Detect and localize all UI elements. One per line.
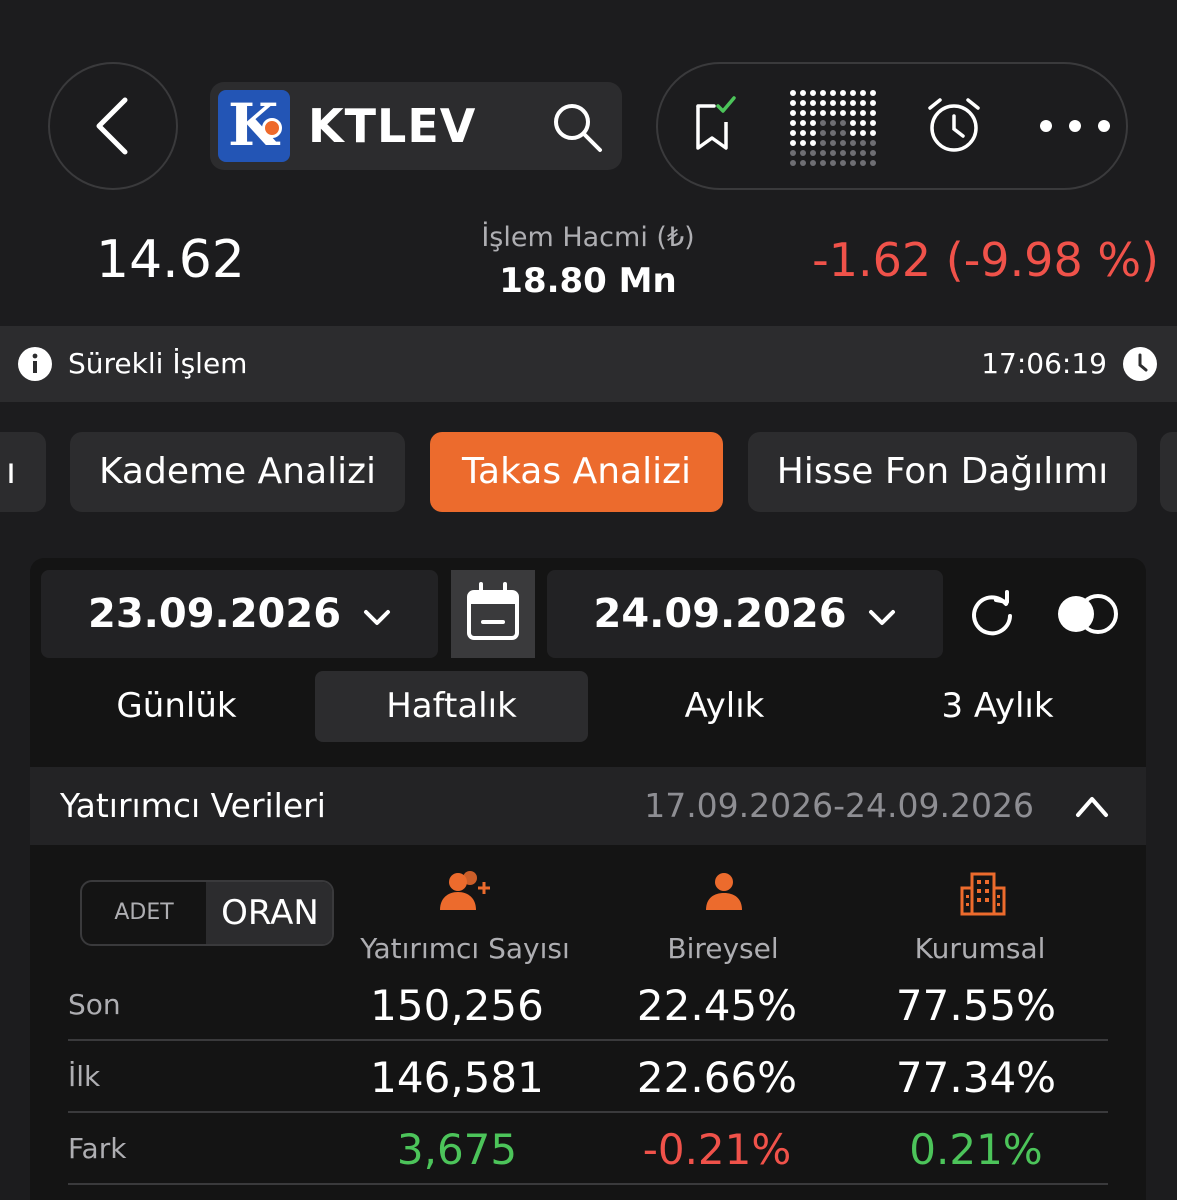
ilk-bireysel: 22.66% xyxy=(636,1053,798,1102)
tab-partial[interactable]: ı xyxy=(0,432,46,512)
fark-investor-count: 3,675 xyxy=(396,1125,518,1174)
tab-partial-right[interactable] xyxy=(1160,432,1177,512)
toggle-oran[interactable]: ORAN xyxy=(206,882,332,944)
chevron-left-icon xyxy=(96,97,128,155)
chevron-down-icon xyxy=(869,610,896,625)
period-gunluk[interactable]: Günlük xyxy=(40,671,313,742)
end-date-picker[interactable]: 24.09.2026 xyxy=(547,570,943,658)
price-change: -1.62 (-9.98 %) xyxy=(812,233,1159,287)
ilk-investor-count: 146,581 xyxy=(370,1053,544,1102)
server-time: 17:06:19 xyxy=(981,347,1107,380)
alarm-clock-icon[interactable] xyxy=(924,94,984,160)
column-header-investor-count: Yatırımcı Sayısı xyxy=(360,932,570,965)
toggle-adet[interactable]: ADET xyxy=(82,882,206,944)
tab-hisse-fon-dagilimi[interactable]: Hisse Fon Dağılımı xyxy=(748,432,1137,512)
depth-grid-icon[interactable] xyxy=(788,88,878,170)
symbol-search-box[interactable]: K KTLEV xyxy=(210,82,622,170)
row-divider xyxy=(68,1111,1108,1113)
info-icon[interactable] xyxy=(18,347,52,381)
session-status-text: Sürekli İşlem xyxy=(68,347,248,380)
volume-label: İşlem Hacmi (₺) xyxy=(481,222,695,253)
symbol-name: KTLEV xyxy=(308,99,477,153)
period-haftalik[interactable]: Haftalık xyxy=(315,671,588,742)
row-label-fark: Fark xyxy=(68,1132,127,1165)
son-kurumsal: 77.55% xyxy=(895,981,1057,1030)
period-aylik[interactable]: Aylık xyxy=(588,671,861,742)
clock-icon xyxy=(1123,347,1157,381)
row-label-ilk: İlk xyxy=(68,1060,101,1093)
volume-value: 18.80 Mn xyxy=(499,261,677,301)
chevron-up-icon[interactable] xyxy=(1074,791,1110,821)
investors-add-icon xyxy=(440,871,490,910)
fark-kurumsal: 0.21% xyxy=(909,1125,1043,1174)
search-icon[interactable] xyxy=(550,100,604,154)
column-header-kurumsal: Kurumsal xyxy=(914,932,1046,965)
refresh-icon[interactable] xyxy=(966,590,1016,640)
column-header-bireysel: Bireysel xyxy=(667,932,779,965)
adet-oran-toggle[interactable]: ADET ORAN xyxy=(80,880,334,946)
calendar-button[interactable] xyxy=(451,570,535,658)
row-divider xyxy=(68,1039,1108,1041)
last-price: 14.62 xyxy=(96,230,245,290)
tab-kademe-analizi[interactable]: Kademe Analizi xyxy=(70,432,405,512)
section-title: Yatırımcı Verileri xyxy=(60,786,326,825)
son-bireysel: 22.45% xyxy=(636,981,798,1030)
calendar-icon xyxy=(467,582,519,640)
fark-bireysel: -0.21% xyxy=(642,1125,792,1174)
session-status-bar: Sürekli İşlem 17:06:19 xyxy=(0,326,1177,402)
compare-toggle-icon[interactable] xyxy=(1054,592,1120,636)
row-divider xyxy=(68,1183,1108,1185)
more-icon[interactable] xyxy=(1038,116,1112,140)
period-3-aylik[interactable]: 3 Aylık xyxy=(861,671,1134,742)
son-investor-count: 150,256 xyxy=(370,981,544,1030)
person-icon xyxy=(706,873,742,910)
tab-takas-analizi[interactable]: Takas Analizi xyxy=(430,432,723,512)
start-date-picker[interactable]: 23.09.2026 xyxy=(41,570,438,658)
ilk-kurumsal: 77.34% xyxy=(895,1053,1057,1102)
action-icons-group xyxy=(656,62,1128,190)
investor-data-header[interactable]: Yatırımcı Verileri 17.09.2026-24.09.2026 xyxy=(30,767,1146,845)
back-button[interactable] xyxy=(48,62,178,190)
watchlist-check-icon[interactable] xyxy=(690,94,740,158)
chevron-down-icon xyxy=(363,610,390,625)
building-icon xyxy=(960,872,1006,916)
company-logo: K xyxy=(218,90,290,162)
section-date-range: 17.09.2026-24.09.2026 xyxy=(644,786,1034,825)
row-label-son: Son xyxy=(68,988,121,1021)
